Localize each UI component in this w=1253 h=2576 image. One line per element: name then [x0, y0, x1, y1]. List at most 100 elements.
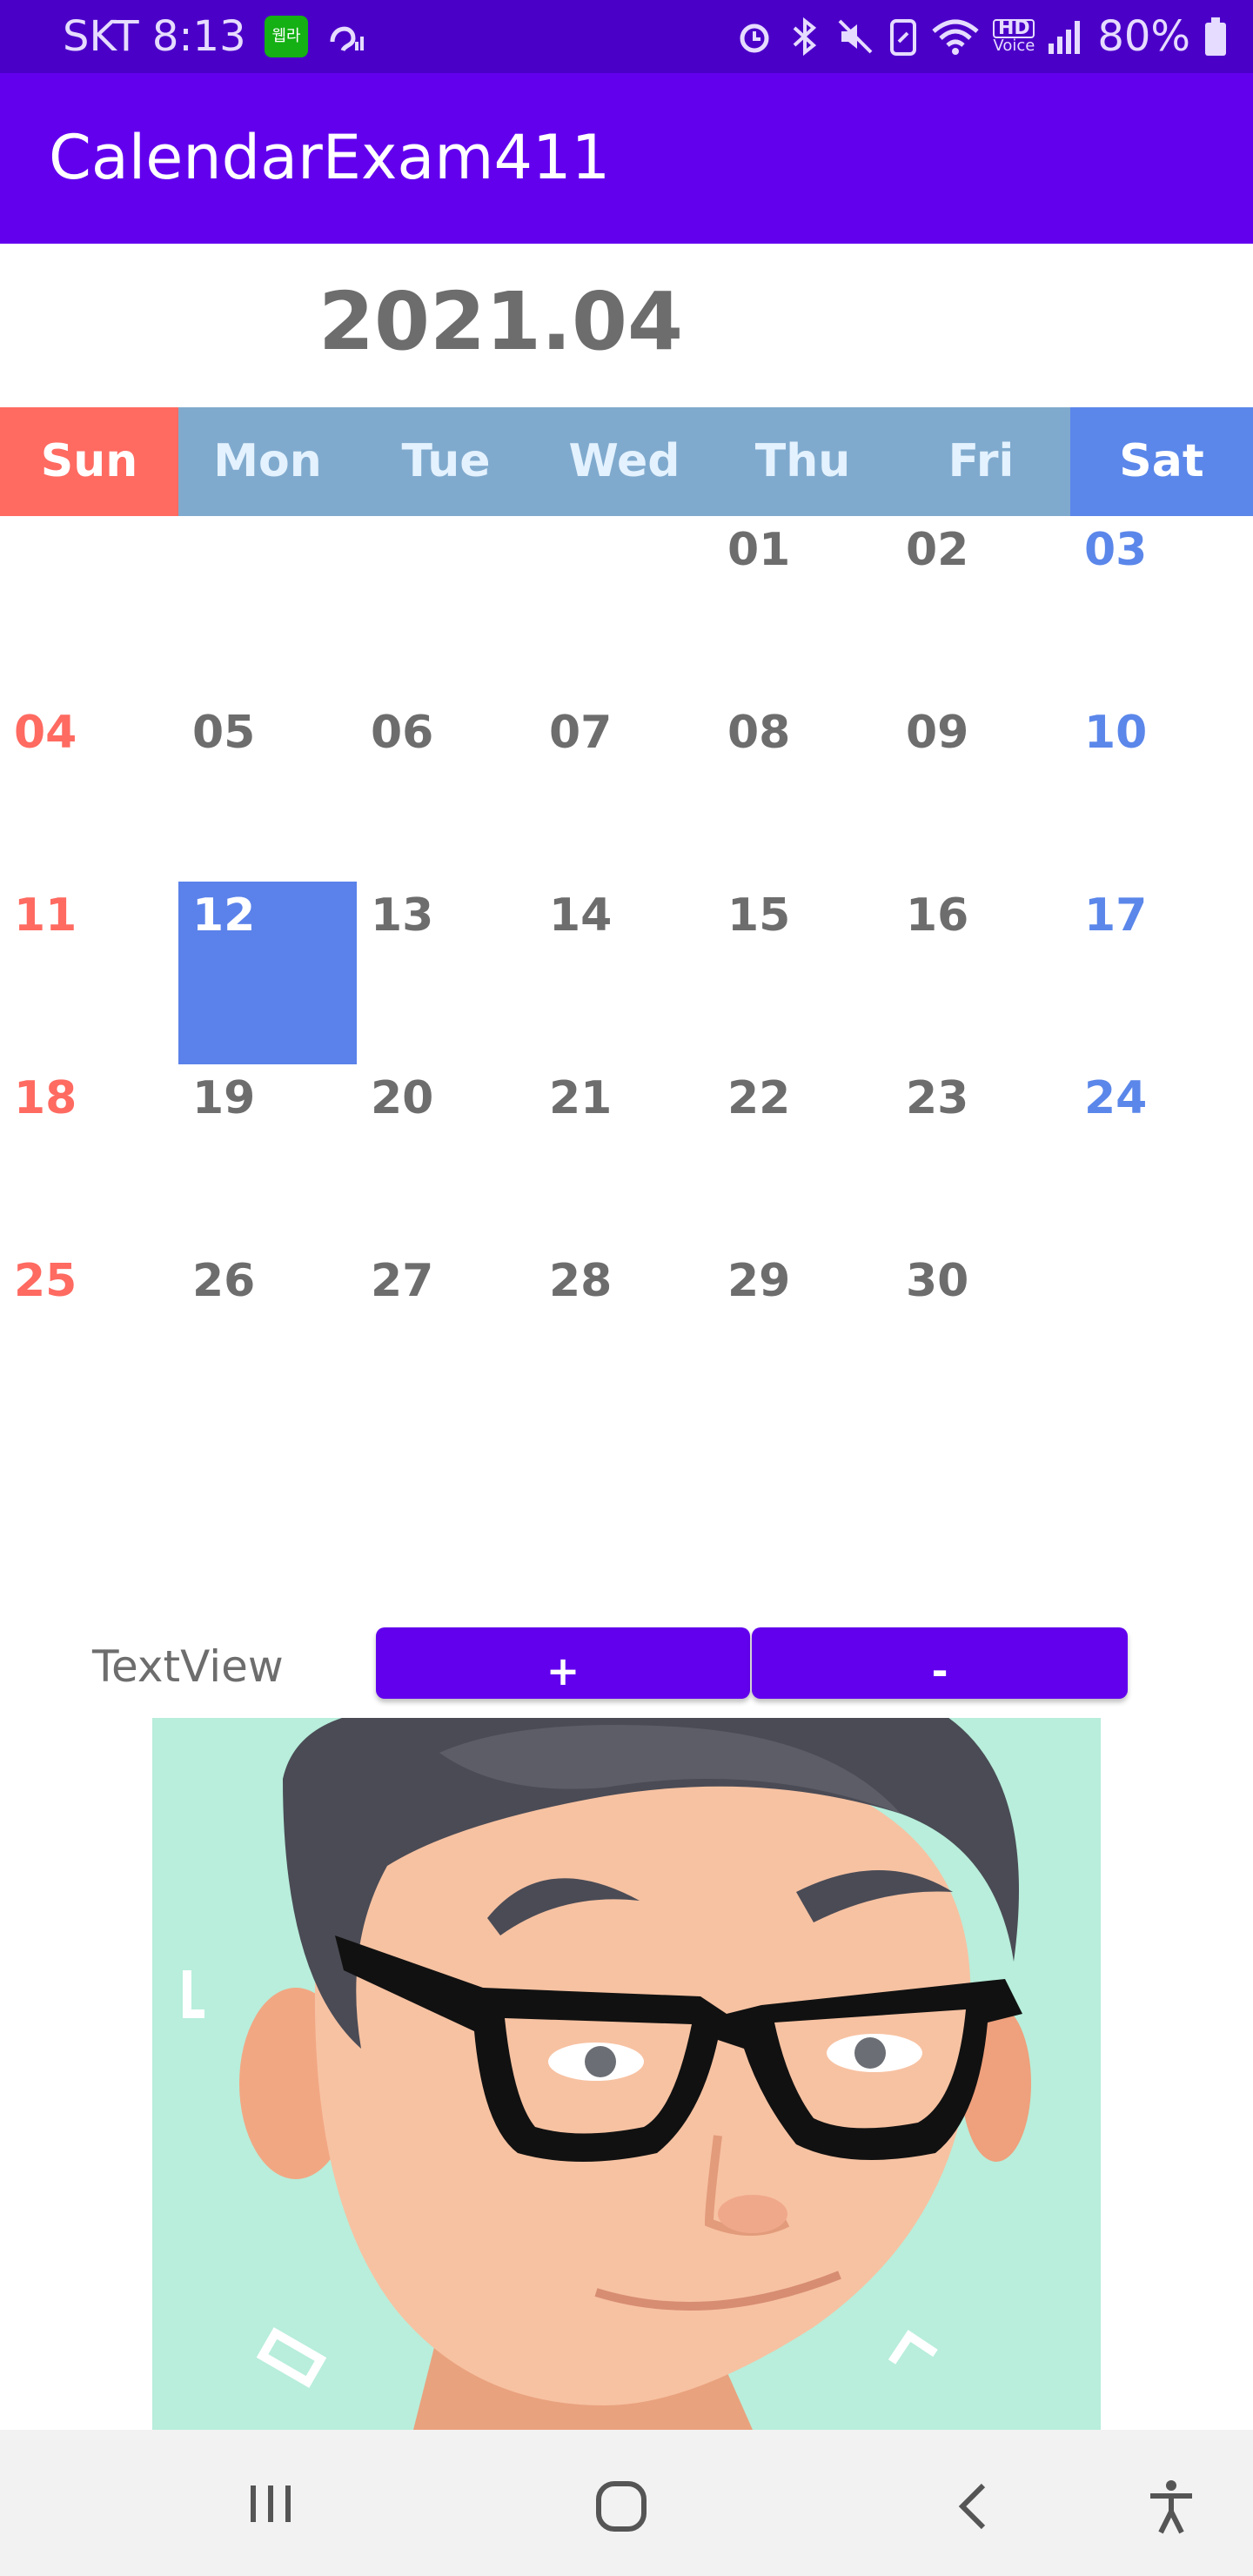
carrier-badge: 웹라	[265, 16, 308, 57]
calendar-day[interactable]: 17	[1070, 882, 1253, 1064]
day-number: 26	[192, 1255, 256, 1307]
calendar-week: 25 26 27 28 29 30	[0, 1247, 1253, 1430]
calendar-day[interactable]: 25	[0, 1247, 178, 1430]
calendar-day[interactable]: 11	[0, 882, 178, 1064]
weekday-sun: Sun	[0, 407, 178, 516]
day-number: 24	[1084, 1072, 1148, 1124]
weekday-header: Sun Mon Tue Wed Thu Fri Sat	[0, 407, 1253, 516]
weekday-fri: Fri	[892, 407, 1070, 516]
day-number: 04	[14, 707, 77, 759]
day-number: 07	[549, 707, 613, 759]
bluetooth-icon	[794, 17, 817, 57]
carrier-name: SKT	[63, 12, 139, 61]
day-number: 08	[727, 707, 791, 759]
hd-label: HD	[993, 19, 1035, 38]
calendar-day[interactable]: 26	[178, 1247, 357, 1430]
day-number: 12	[192, 889, 256, 942]
calendar-day[interactable]: 19	[178, 1064, 357, 1247]
calendar-day[interactable]: 04	[0, 699, 178, 882]
day-number: 21	[549, 1072, 613, 1124]
calendar-day[interactable]: 24	[1070, 1064, 1253, 1247]
hearing-icon	[330, 26, 364, 52]
month-title: 2021.04	[318, 275, 684, 368]
battery-percent: 80%	[1097, 12, 1190, 61]
voice-label: Voice	[993, 37, 1035, 55]
day-number: 14	[549, 889, 613, 942]
day-number: 18	[14, 1072, 77, 1124]
status-time: 8:13	[151, 12, 246, 61]
weekday-wed: Wed	[535, 407, 714, 516]
calendar-day[interactable]: 22	[714, 1064, 892, 1247]
textview-label: TextView	[92, 1641, 284, 1692]
calendar-day[interactable]: 07	[535, 699, 714, 882]
weekday-sat: Sat	[1070, 407, 1253, 516]
recent-apps-icon[interactable]	[245, 2482, 298, 2526]
minus-button[interactable]: -	[752, 1627, 1128, 1699]
day-number: 25	[14, 1255, 77, 1307]
day-number: 10	[1084, 707, 1148, 759]
weekday-tue: Tue	[357, 407, 535, 516]
weekday-mon: Mon	[178, 407, 357, 516]
app-title: CalendarExam411	[49, 122, 611, 193]
calendar-day[interactable]: 10	[1070, 699, 1253, 882]
calendar-day-selected[interactable]: 12	[178, 882, 357, 1064]
calendar-day[interactable]: 18	[0, 1064, 178, 1247]
battery-icon	[1205, 17, 1226, 56]
calendar-day[interactable]: 09	[892, 699, 1070, 882]
day-number: 19	[192, 1072, 256, 1124]
calendar-day[interactable]: 30	[892, 1247, 1070, 1430]
calendar-day[interactable]: 20	[357, 1064, 535, 1247]
calendar-grid: 01 02 03 04 05 06 07 08 09 10 11 12 13 1…	[0, 516, 1253, 1430]
wifi-icon	[932, 19, 980, 55]
day-number: 23	[906, 1072, 969, 1124]
day-number: 17	[1084, 889, 1148, 942]
day-number: 11	[14, 889, 77, 942]
calendar-day[interactable]	[0, 516, 178, 699]
day-number: 20	[371, 1072, 434, 1124]
day-number: 28	[549, 1255, 613, 1307]
status-icons: HD Voice 80%	[734, 9, 1229, 64]
calendar-week: 11 12 13 14 15 16 17	[0, 882, 1253, 1064]
back-icon[interactable]	[952, 2480, 995, 2532]
calendar-week: 01 02 03	[0, 516, 1253, 699]
calendar-day[interactable]	[357, 516, 535, 699]
calendar-day[interactable]: 14	[535, 882, 714, 1064]
day-number: 06	[371, 707, 434, 759]
calendar-day[interactable]	[178, 516, 357, 699]
calendar-week: 18 19 20 21 22 23 24	[0, 1064, 1253, 1247]
calendar-week: 04 05 06 07 08 09 10	[0, 699, 1253, 882]
calendar-day[interactable]: 01	[714, 516, 892, 699]
home-icon[interactable]	[595, 2480, 647, 2532]
calendar-day[interactable]: 05	[178, 699, 357, 882]
calendar-day[interactable]	[535, 516, 714, 699]
calendar-day[interactable]: 27	[357, 1247, 535, 1430]
day-number: 01	[727, 524, 791, 576]
day-number: 05	[192, 707, 256, 759]
calendar-day[interactable]: 23	[892, 1064, 1070, 1247]
day-number: 09	[906, 707, 969, 759]
calendar-day[interactable]: 16	[892, 882, 1070, 1064]
alarm-icon	[740, 23, 769, 53]
avatar-image	[152, 1718, 1101, 2430]
accessibility-icon[interactable]	[1143, 2479, 1199, 2534]
calendar-day[interactable]: 29	[714, 1247, 892, 1430]
calendar-day[interactable]: 08	[714, 699, 892, 882]
day-number: 30	[906, 1255, 969, 1307]
calendar-day[interactable]: 15	[714, 882, 892, 1064]
day-number: 15	[727, 889, 791, 942]
calendar-day[interactable]: 06	[357, 699, 535, 882]
calendar-day[interactable]: 02	[892, 516, 1070, 699]
battery-saver-icon	[890, 19, 917, 56]
hd-voice-icon: HD Voice	[993, 19, 1035, 54]
day-number: 22	[727, 1072, 791, 1124]
avatar-illustration	[152, 1718, 1101, 2430]
calendar-day[interactable]	[1070, 1247, 1253, 1430]
plus-button[interactable]: +	[376, 1627, 750, 1699]
status-bar: SKT 8:13 웹라 HD Voice 80%	[0, 0, 1253, 73]
calendar-day[interactable]: 28	[535, 1247, 714, 1430]
calendar-day[interactable]: 03	[1070, 516, 1253, 699]
app-bar: CalendarExam411	[0, 73, 1253, 244]
calendar-day[interactable]: 13	[357, 882, 535, 1064]
calendar-day[interactable]: 21	[535, 1064, 714, 1247]
day-number: 13	[371, 889, 434, 942]
